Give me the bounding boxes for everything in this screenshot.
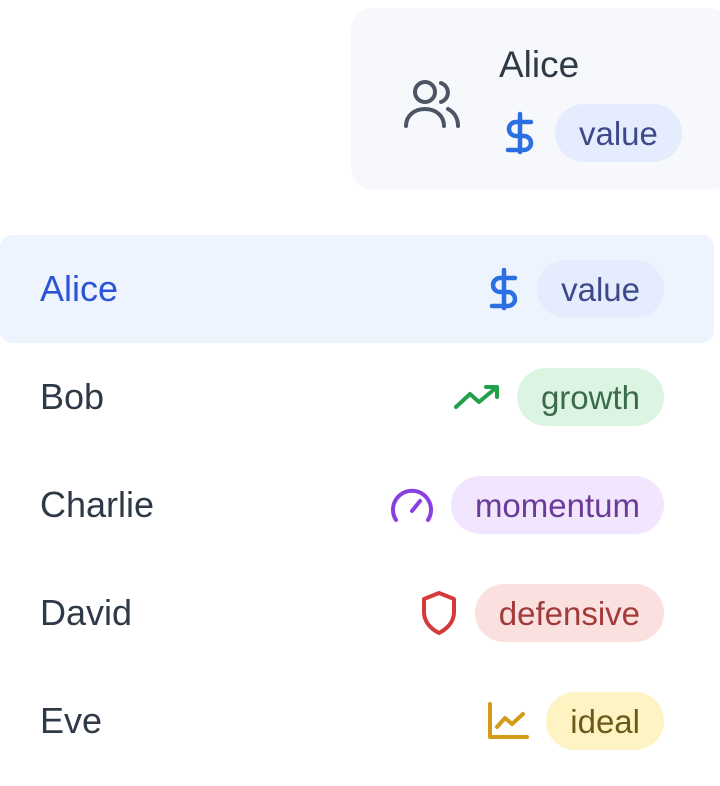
option-tag-badge: defensive — [474, 584, 664, 642]
option-bob[interactable]: Bob growth — [0, 343, 714, 451]
portfolio-selector-trigger[interactable]: Alice value — [351, 8, 720, 190]
line-chart-icon — [486, 701, 530, 741]
selected-name: Alice — [499, 44, 580, 85]
option-eve[interactable]: Eve ideal — [0, 667, 714, 775]
option-david[interactable]: David defensive — [0, 559, 714, 667]
option-alice[interactable]: Alice value — [0, 235, 714, 343]
users-icon — [403, 78, 461, 132]
dollar-icon — [503, 111, 537, 155]
gauge-icon — [389, 485, 435, 525]
option-tag-badge: growth — [516, 368, 664, 426]
selected-tag-row: value — [503, 104, 682, 162]
option-label: Charlie — [40, 484, 155, 525]
option-tag-badge: value — [537, 260, 664, 318]
option-charlie[interactable]: Charlie momentum — [0, 451, 714, 559]
option-tag-badge: momentum — [450, 476, 664, 534]
option-label: Alice — [40, 268, 119, 309]
selected-tag-badge: value — [555, 104, 682, 162]
option-label: Bob — [40, 376, 105, 417]
option-label: David — [40, 592, 133, 633]
option-label: Eve — [40, 700, 103, 741]
option-tag-badge: ideal — [546, 692, 664, 750]
trending-up-icon — [453, 382, 501, 412]
dollar-icon — [487, 267, 521, 311]
portfolio-options-list: Alice value Bob growth Charlie momentum … — [0, 207, 720, 777]
shield-icon — [419, 590, 459, 636]
